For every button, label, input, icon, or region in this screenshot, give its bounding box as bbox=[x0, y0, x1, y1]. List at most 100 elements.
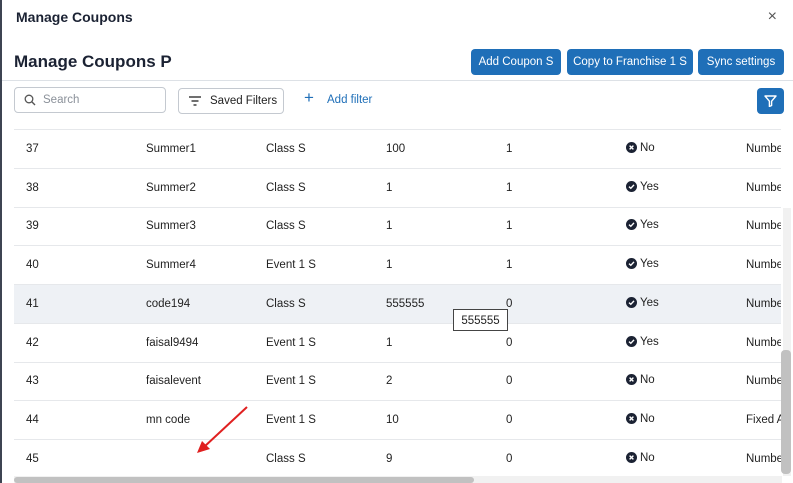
cell-count: 1 bbox=[506, 220, 513, 233]
page-header: Manage Coupons P Add Coupon S Copy to Fr… bbox=[2, 46, 793, 80]
cell-category: Event 1 S bbox=[266, 413, 316, 426]
cell-type: Numbe bbox=[746, 181, 781, 194]
cell-value: 2 bbox=[386, 375, 393, 388]
cell-status: Yes bbox=[626, 296, 659, 309]
status-label: No bbox=[640, 451, 655, 464]
cell-code: Summer2 bbox=[146, 181, 196, 194]
cell-value: 1 bbox=[386, 181, 393, 194]
copy-to-franchise-button[interactable]: Copy to Franchise 1 S bbox=[567, 49, 693, 75]
search-icon bbox=[24, 94, 36, 106]
cell-count: 0 bbox=[506, 336, 513, 349]
x-circle-icon bbox=[626, 412, 637, 424]
vertical-scrollbar-thumb[interactable] bbox=[781, 350, 791, 474]
sync-settings-button[interactable]: Sync settings bbox=[698, 49, 784, 75]
cell-id: 42 bbox=[26, 336, 39, 349]
table-row[interactable]: 39 Summer3 Class S 1 1 Numbe Yes bbox=[14, 207, 781, 247]
table-row[interactable]: 41 code194 Class S 555555 0 Numbe Yes bbox=[14, 284, 781, 324]
value-tooltip: 555555 bbox=[453, 309, 508, 331]
status-label: Yes bbox=[640, 335, 659, 348]
cell-type: Numbe bbox=[746, 297, 781, 310]
x-circle-icon bbox=[626, 374, 637, 386]
cell-category: Class S bbox=[266, 143, 306, 155]
cell-type: Numbe bbox=[746, 143, 781, 155]
table-row[interactable]: 43 faisalevent Event 1 S 2 0 Numbe No bbox=[14, 362, 781, 402]
check-circle-icon bbox=[626, 335, 637, 347]
add-filter-label: Add filter bbox=[327, 94, 373, 106]
header-divider bbox=[2, 80, 793, 81]
cell-code: faisal9494 bbox=[146, 336, 199, 349]
cell-type: Numbe bbox=[746, 375, 781, 388]
cell-id: 43 bbox=[26, 375, 39, 388]
cell-status: Yes bbox=[626, 335, 659, 348]
table-row[interactable]: 37 Summer1 Class S 100 1 Numbe No bbox=[14, 130, 781, 169]
table-row[interactable]: 40 Summer4 Event 1 S 1 1 Numbe Yes bbox=[14, 246, 781, 286]
cell-id: 40 bbox=[26, 259, 39, 272]
cell-status: No bbox=[626, 142, 655, 154]
dialog-title: Manage Coupons bbox=[16, 9, 133, 25]
funnel-icon bbox=[764, 95, 777, 107]
cell-id: 44 bbox=[26, 413, 39, 426]
cell-type: Numbe bbox=[746, 336, 781, 349]
table-row[interactable]: 45 Class S 9 0 Numbe No bbox=[14, 440, 781, 477]
status-label: No bbox=[640, 412, 655, 425]
cell-count: 0 bbox=[506, 452, 513, 465]
cell-type: Fixed A bbox=[746, 413, 781, 426]
cell-category: Class S bbox=[266, 181, 306, 194]
cell-code: code194 bbox=[146, 297, 191, 310]
table-row[interactable]: 44 mn code Event 1 S 10 0 Fixed A No bbox=[14, 401, 781, 440]
search-box[interactable] bbox=[14, 87, 166, 113]
cell-id: 45 bbox=[26, 452, 39, 465]
saved-filters-button[interactable]: Saved Filters bbox=[178, 88, 284, 114]
cell-code: mn code bbox=[146, 413, 191, 426]
cell-status: No bbox=[626, 451, 655, 464]
check-circle-icon bbox=[626, 219, 637, 231]
check-circle-icon bbox=[626, 258, 637, 270]
cell-id: 37 bbox=[26, 143, 39, 155]
cell-code: Summer3 bbox=[146, 220, 196, 233]
cell-id: 39 bbox=[26, 220, 39, 233]
status-label: No bbox=[640, 374, 655, 387]
close-icon[interactable]: × bbox=[768, 8, 777, 26]
dialog-titlebar: Manage Coupons × bbox=[2, 0, 793, 36]
cell-count: 0 bbox=[506, 375, 513, 388]
status-label: No bbox=[640, 142, 655, 154]
plus-icon: + bbox=[304, 88, 314, 107]
status-label: Yes bbox=[640, 219, 659, 232]
cell-code: faisalevent bbox=[146, 375, 201, 388]
filter-lines-icon bbox=[189, 96, 201, 106]
x-circle-icon bbox=[626, 142, 637, 153]
filter-toggle-button[interactable] bbox=[757, 88, 784, 114]
cell-category: Class S bbox=[266, 297, 306, 310]
check-circle-icon bbox=[626, 180, 637, 192]
manage-coupons-dialog: Manage Coupons × Manage Coupons P Add Co… bbox=[0, 0, 793, 483]
cell-status: Yes bbox=[626, 219, 659, 231]
coupons-table: 37 Summer1 Class S 100 1 Numbe No 38 Summer2 Clas… bbox=[14, 129, 781, 477]
status-label: Yes bbox=[640, 258, 659, 271]
cell-code: Summer1 bbox=[146, 143, 196, 155]
cell-value: 10 bbox=[386, 413, 399, 426]
saved-filters-label: Saved Filters bbox=[210, 95, 278, 107]
status-label: Yes bbox=[640, 296, 659, 309]
cell-category: Class S bbox=[266, 220, 306, 233]
cell-id: 38 bbox=[26, 181, 39, 194]
cell-value: 100 bbox=[386, 143, 406, 155]
add-coupon-button[interactable]: Add Coupon S bbox=[471, 49, 561, 75]
table-row[interactable]: 42 faisal9494 Event 1 S 1 0 Numbe Yes bbox=[14, 324, 781, 363]
cell-type: Numbe bbox=[746, 220, 781, 233]
cell-category: Event 1 S bbox=[266, 259, 316, 272]
cell-id: 41 bbox=[26, 297, 39, 310]
cell-count: 1 bbox=[506, 181, 513, 194]
cell-category: Event 1 S bbox=[266, 336, 316, 349]
cell-count: 1 bbox=[506, 143, 513, 155]
cell-category: Class S bbox=[266, 452, 306, 465]
cell-status: No bbox=[626, 412, 655, 425]
search-input[interactable] bbox=[43, 91, 161, 109]
status-label: Yes bbox=[640, 180, 659, 193]
cell-value: 1 bbox=[386, 336, 393, 349]
horizontal-scrollbar-thumb[interactable] bbox=[14, 477, 474, 483]
cell-code: Summer4 bbox=[146, 259, 196, 272]
table-row[interactable]: 38 Summer2 Class S 1 1 Numbe Yes bbox=[14, 169, 781, 208]
cell-type: Numbe bbox=[746, 452, 781, 465]
cell-count: 0 bbox=[506, 297, 513, 310]
x-circle-icon bbox=[626, 451, 637, 463]
